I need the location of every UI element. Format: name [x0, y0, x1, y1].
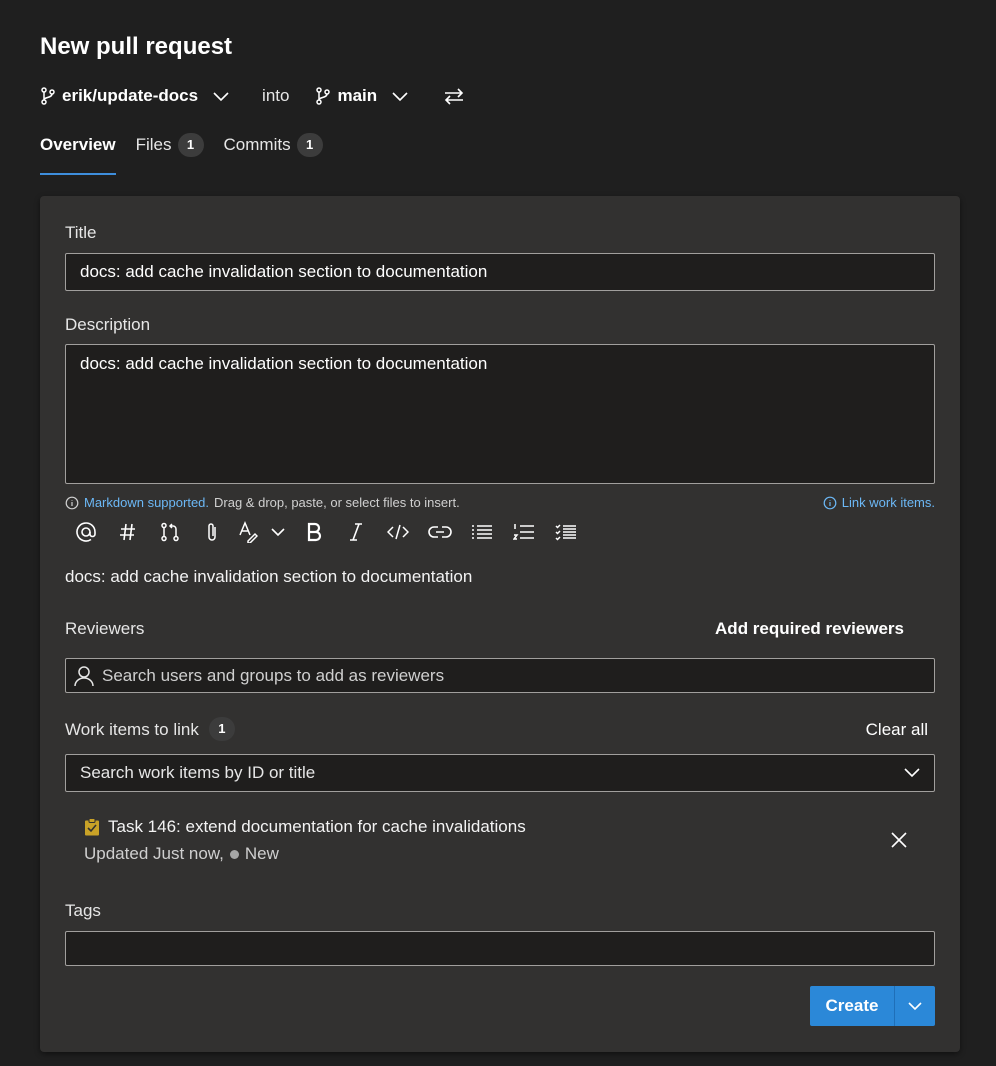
bulleted-list-icon [472, 525, 492, 539]
markdown-hint-text: Drag & drop, paste, or select files to i… [214, 495, 460, 510]
task-list-button[interactable] [545, 516, 587, 548]
link-button[interactable] [419, 516, 461, 548]
numbered-list-button[interactable] [503, 516, 545, 548]
state-dot [229, 849, 239, 859]
description-preview: docs: add cache invalidation section to … [65, 567, 473, 586]
work-item-status-row: Updated Just now, New [84, 844, 526, 864]
task-list-icon [555, 524, 576, 541]
attach-button[interactable] [191, 516, 233, 548]
info-icon [823, 496, 837, 510]
swap-branches-button[interactable] [443, 87, 465, 105]
target-branch-dropdown[interactable]: main [315, 86, 409, 106]
swap-icon [445, 88, 464, 105]
highlight-icon [239, 521, 258, 543]
count-badge: 1 [208, 717, 235, 741]
bulleted-list-button[interactable] [461, 516, 503, 548]
source-branch-dropdown[interactable]: erik/update-docs [40, 86, 230, 106]
create-button-group: Create [810, 986, 935, 1026]
chevron-down-icon [213, 92, 229, 102]
info-icon [65, 496, 79, 510]
markdown-toolbar [65, 516, 587, 548]
bold-button[interactable] [293, 516, 335, 548]
tab-commits[interactable]: Commits 1 [224, 132, 323, 176]
code-icon [387, 524, 409, 540]
pull-request-form: Title docs: add cache invalidation secti… [40, 196, 960, 1052]
tab-label: Commits [223, 135, 291, 154]
work-item-title[interactable]: Task 146: extend documentation for cache… [108, 817, 526, 837]
chevron-down-icon [271, 528, 285, 537]
clear-all-button[interactable]: Clear all [866, 720, 928, 740]
branch-icon [41, 87, 55, 105]
chevron-down-icon [392, 92, 408, 102]
branch-selector-row: erik/update-docs into main [40, 82, 465, 110]
count-badge: 1 [177, 133, 204, 157]
description-value: docs: add cache invalidation section to … [80, 354, 488, 373]
hash-icon [120, 523, 135, 541]
reviewers-label: Reviewers [65, 619, 145, 638]
italic-icon [350, 523, 362, 541]
chevron-down-icon [908, 1002, 922, 1011]
tab-label: Overview [40, 135, 116, 154]
linked-work-item: Task 146: extend documentation for cache… [84, 817, 526, 864]
remove-work-item-button[interactable] [890, 831, 908, 854]
description-textarea[interactable]: docs: add cache invalidation section to … [65, 344, 935, 484]
tags-label: Tags [65, 901, 101, 920]
count-badge: 1 [296, 133, 323, 157]
link-icon [428, 526, 452, 538]
code-button[interactable] [377, 516, 419, 548]
title-input[interactable]: docs: add cache invalidation section to … [65, 253, 935, 291]
page-title: New pull request [40, 33, 233, 60]
reviewers-search-input[interactable]: Search users and groups to add as review… [65, 658, 935, 693]
title-input-value: docs: add cache invalidation section to … [80, 262, 488, 281]
title-label: Title [65, 223, 97, 242]
tags-input[interactable] [65, 931, 935, 966]
task-icon [85, 818, 99, 836]
markdown-hint: Markdown supported. Drag & drop, paste, … [65, 495, 460, 510]
work-item-state: New [244, 844, 279, 863]
italic-button[interactable] [335, 516, 377, 548]
work-items-placeholder: Search work items by ID or title [80, 763, 316, 782]
work-items-search-dropdown[interactable]: Search work items by ID or title [65, 754, 935, 792]
work-item-title-row: Task 146: extend documentation for cache… [84, 817, 526, 837]
branch-icon [316, 87, 331, 105]
link-work-items: Link work items. [823, 495, 935, 510]
bold-icon [307, 522, 322, 542]
work-items-header: Work items to link 1 [65, 717, 235, 741]
create-button[interactable]: Create [810, 986, 894, 1026]
attach-icon [208, 523, 216, 541]
add-required-reviewers-button[interactable]: Add required reviewers [715, 619, 904, 639]
person-icon [74, 665, 94, 686]
hash-button[interactable] [107, 516, 149, 548]
work-items-label: Work items to link [65, 720, 199, 739]
markdown-supported-link[interactable]: Markdown supported. [84, 495, 209, 510]
tab-bar: Overview Files 1 Commits 1 [40, 132, 343, 176]
mention-icon [76, 522, 96, 542]
into-label: into [262, 86, 290, 105]
tab-files[interactable]: Files 1 [136, 132, 204, 176]
source-branch-label: erik/update-docs [62, 86, 199, 105]
work-item-updated: Updated Just now, [84, 844, 224, 863]
pull-request-icon [161, 522, 179, 542]
highlight-dropdown-button[interactable] [263, 516, 293, 548]
target-branch-label: main [337, 86, 378, 105]
mention-button[interactable] [65, 516, 107, 548]
description-label: Description [65, 315, 151, 334]
reviewers-placeholder: Search users and groups to add as review… [102, 665, 445, 685]
link-work-items-link[interactable]: Link work items. [842, 495, 935, 510]
create-options-button[interactable] [894, 986, 935, 1026]
tab-overview[interactable]: Overview [40, 132, 116, 176]
highlight-button[interactable] [233, 516, 263, 548]
tab-label: Files [135, 135, 172, 154]
numbered-list-icon [513, 524, 534, 540]
close-icon [891, 832, 907, 848]
chevron-down-icon [904, 768, 920, 778]
pull-request-button[interactable] [149, 516, 191, 548]
